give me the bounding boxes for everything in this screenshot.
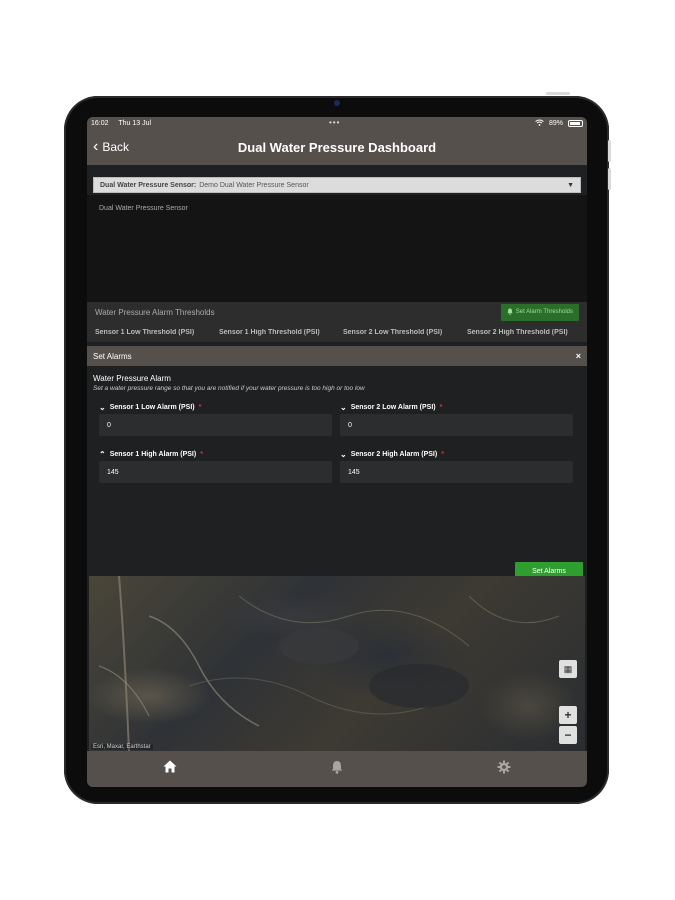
set-alarm-thresholds-label: Set Alarm Thresholds [515, 309, 573, 315]
sensor-select[interactable]: Dual Water Pressure Sensor: Demo Dual Wa… [93, 177, 581, 193]
field-sensor1-high: ⌃ Sensor 1 High Alarm (PSI) * 145 [99, 447, 332, 494]
sensor2-high-input[interactable]: 145 [340, 461, 573, 483]
page-title: Dual Water Pressure Dashboard [237, 139, 437, 155]
status-time: 16:02 [91, 119, 109, 127]
field-label-text: Sensor 2 Low Alarm (PSI) [350, 403, 436, 411]
satellite-map[interactable]: ▦ + − Esri, Maxar, Earthstar [89, 576, 585, 751]
tab-alarms[interactable] [322, 754, 352, 784]
field-sensor1-low: ⌄ Sensor 1 Low Alarm (PSI) * 0 [99, 400, 332, 447]
threshold-header: Water Pressure Alarm Thresholds Set Alar… [87, 302, 587, 322]
field-label-text: Sensor 2 High Alarm (PSI) [350, 450, 438, 458]
field-sensor2-high: ⌄ Sensor 2 High Alarm (PSI) * 145 [340, 447, 573, 494]
modal-body: Water Pressure Alarm Set a water pressur… [87, 366, 587, 580]
sensor1-low-input[interactable]: 0 [99, 414, 332, 436]
status-left: 16:02 Thu 13 Jul [91, 120, 159, 127]
field-label-text: Sensor 1 High Alarm (PSI) [109, 450, 197, 458]
tab-bar [87, 751, 587, 787]
field-label[interactable]: ⌄ Sensor 2 High Alarm (PSI) * [340, 447, 573, 461]
sensor-panel-title: Dual Water Pressure Sensor [99, 205, 188, 212]
modal-header: Set Alarms × [87, 346, 587, 366]
tab-settings[interactable] [489, 754, 519, 784]
field-label-text: Sensor 1 Low Alarm (PSI) [109, 403, 195, 411]
field-label[interactable]: ⌄ Sensor 2 Low Alarm (PSI) * [340, 400, 573, 414]
close-icon[interactable]: × [576, 351, 581, 361]
sensor2-low-input[interactable]: 0 [340, 414, 573, 436]
required-mark: * [439, 403, 443, 411]
status-right: 89% [535, 119, 583, 128]
map-layers-icon[interactable]: ▦ [559, 660, 577, 678]
side-button-volume-down [608, 168, 611, 190]
back-button[interactable]: ‹ Back [93, 138, 130, 155]
field-label[interactable]: ⌃ Sensor 1 High Alarm (PSI) * [99, 447, 332, 461]
bell-icon [507, 308, 513, 317]
column-header: Sensor 2 Low Threshold (PSI) [343, 328, 443, 336]
status-date: Thu 13 Jul [118, 119, 152, 127]
zoom-in-button[interactable]: + [559, 706, 577, 724]
battery-percent: 89% [548, 119, 563, 127]
sensor1-high-input[interactable]: 145 [99, 461, 332, 483]
map-attribution: Esri, Maxar, Earthstar [91, 744, 153, 750]
wifi-icon [535, 119, 544, 128]
tab-home[interactable] [155, 754, 185, 784]
alarm-fields: ⌄ Sensor 1 Low Alarm (PSI) * 0 ⌄ Sensor … [93, 400, 581, 494]
back-label: Back [102, 140, 130, 154]
set-alarm-thresholds-button[interactable]: Set Alarm Thresholds [500, 303, 579, 321]
sensor-select-value: Demo Dual Water Pressure Sensor [199, 181, 309, 189]
column-header: Sensor 1 High Threshold (PSI) [219, 328, 320, 336]
multitask-dots[interactable]: ••• [329, 118, 340, 127]
alarm-description: Set a water pressure range so that you a… [93, 385, 365, 392]
required-mark: * [441, 450, 444, 458]
home-icon [163, 760, 177, 778]
battery-icon [568, 119, 583, 127]
column-header: Sensor 2 High Threshold (PSI) [467, 328, 568, 336]
required-mark: * [200, 450, 203, 458]
chevron-down-icon: ⌄ [99, 402, 106, 412]
map-terrain [98, 576, 560, 751]
chevron-left-icon: ‹ [93, 138, 99, 155]
nav-bar: ‹ Back Dual Water Pressure Dashboard [87, 129, 587, 165]
bell-icon [331, 760, 343, 779]
zoom-out-button[interactable]: − [559, 726, 577, 744]
side-button-volume-up [608, 140, 611, 162]
required-mark: * [198, 403, 202, 411]
caret-down-icon: ▼ [567, 181, 574, 189]
gear-icon [497, 760, 511, 779]
field-sensor2-low: ⌄ Sensor 2 Low Alarm (PSI) * 0 [340, 400, 573, 447]
status-bar: 16:02 Thu 13 Jul ••• 89% [87, 117, 587, 129]
sensor-panel: Dual Water Pressure Sensor [87, 195, 587, 302]
sensor-select-label: Dual Water Pressure Sensor: [100, 181, 197, 189]
app-screen: 16:02 Thu 13 Jul ••• 89% ‹ Back Dual Wat… [87, 117, 587, 787]
chevron-up-icon: ⌃ [99, 449, 106, 459]
chevron-down-icon: ⌄ [340, 402, 347, 412]
threshold-columns: Sensor 1 Low Threshold (PSI) Sensor 1 Hi… [87, 322, 587, 342]
column-header: Sensor 1 Low Threshold (PSI) [95, 328, 195, 336]
side-button-top [546, 92, 570, 95]
alarm-title: Water Pressure Alarm [93, 374, 171, 383]
field-label[interactable]: ⌄ Sensor 1 Low Alarm (PSI) * [99, 400, 332, 414]
modal-title: Set Alarms [93, 351, 132, 361]
threshold-title: Water Pressure Alarm Thresholds [95, 307, 215, 317]
chevron-down-icon: ⌄ [340, 449, 347, 459]
camera-dot [334, 100, 340, 106]
